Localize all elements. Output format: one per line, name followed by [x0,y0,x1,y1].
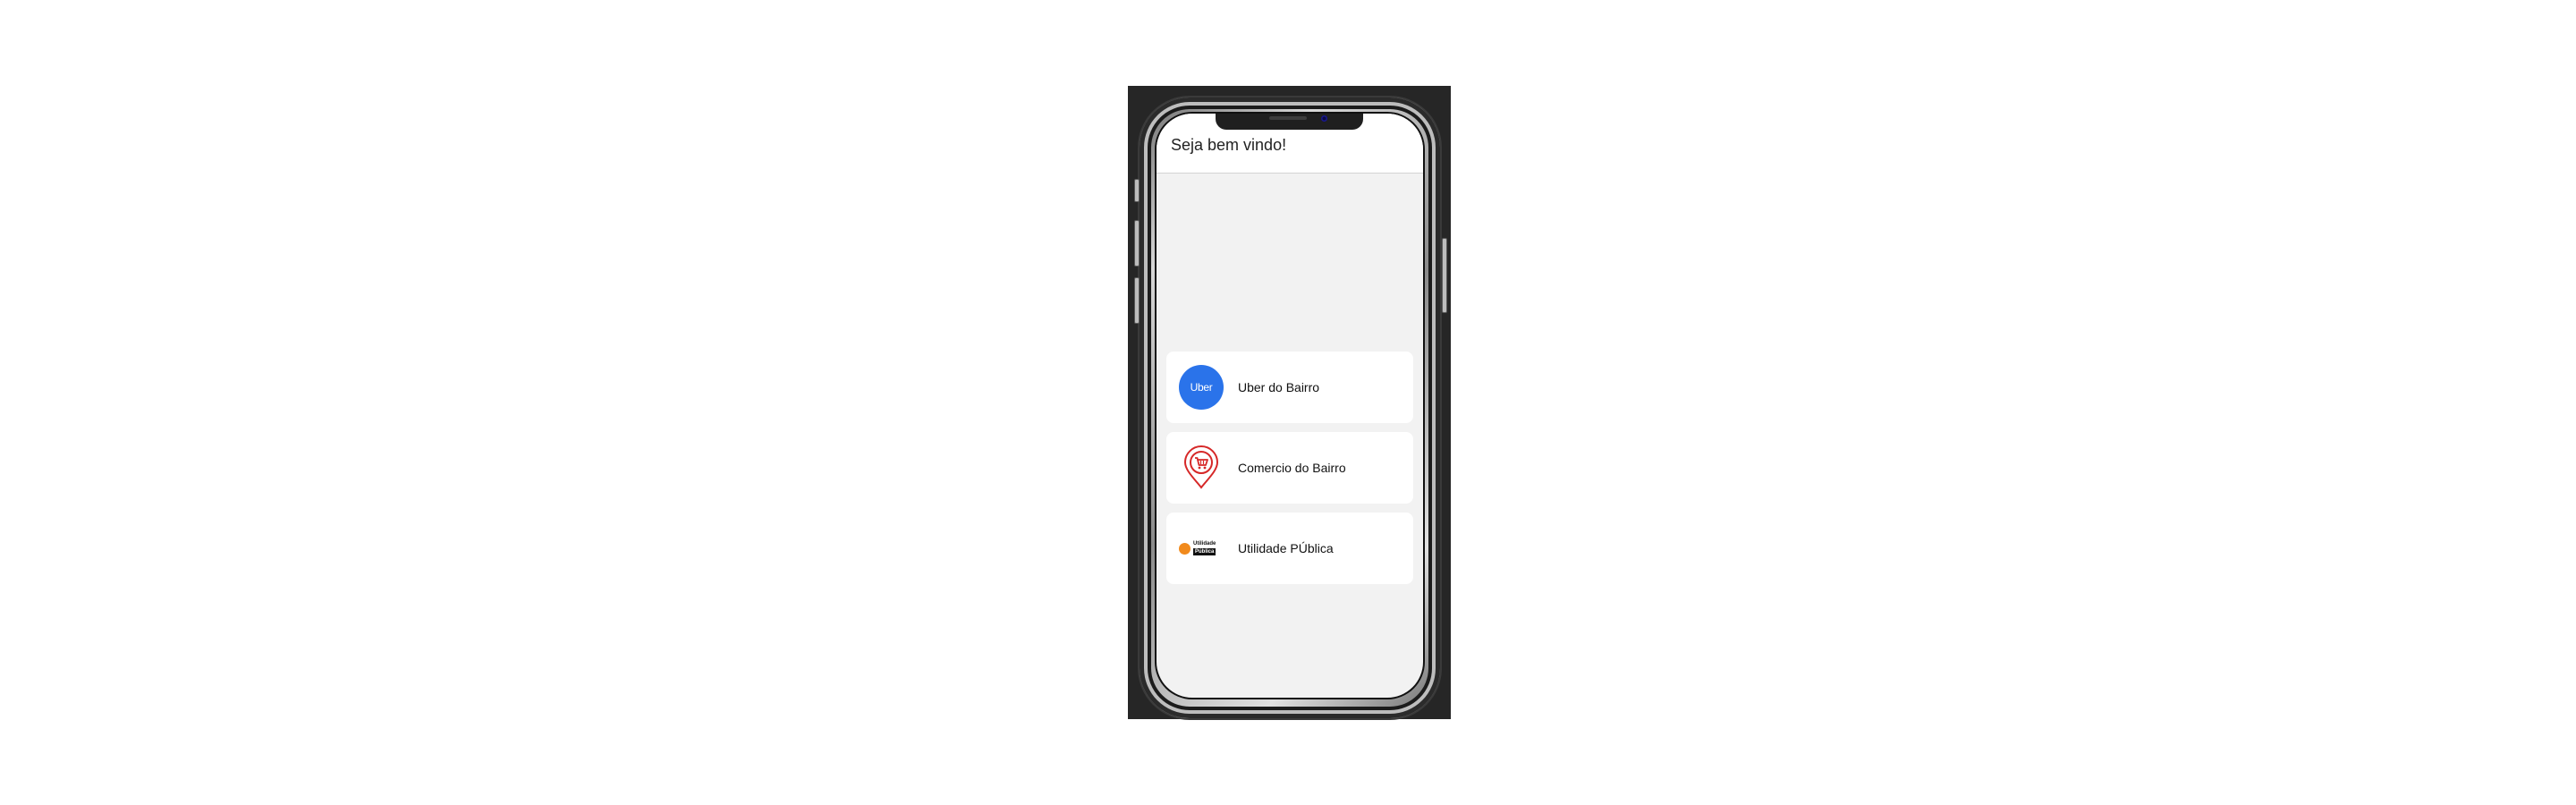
speaker-grille [1269,116,1307,120]
volume-down-button [1134,277,1140,324]
shop-pin-icon [1179,445,1224,490]
uber-logo-text: Uber [1179,365,1224,410]
menu-item-label: Comercio do Bairro [1238,461,1346,475]
uber-icon: Uber [1179,365,1224,410]
menu-list: Uber Uber do Bairro Comercio do Bairro U… [1166,352,1413,593]
page-stage: Seja bem vindo! Uber Uber do Bairro Come… [0,0,2576,805]
menu-item-label: Utilidade PÚblica [1238,541,1334,555]
logo-text-line-2: Pública [1193,548,1216,555]
menu-item-comercio-do-bairro[interactable]: Comercio do Bairro [1166,432,1413,504]
menu-item-utilidade-publica[interactable]: Utilidade Pública Utilidade PÚblica [1166,513,1413,584]
phone-screen: Seja bem vindo! Uber Uber do Bairro Come… [1157,114,1423,698]
logo-text-line-1: Utilidade [1193,541,1216,547]
front-camera [1321,115,1327,122]
volume-up-button [1134,220,1140,267]
mute-switch [1134,179,1140,202]
menu-item-label: Uber do Bairro [1238,380,1320,394]
utilidade-publica-icon: Utilidade Pública [1179,526,1224,571]
menu-item-uber-do-bairro[interactable]: Uber Uber do Bairro [1166,352,1413,423]
phone-notch [1216,114,1363,130]
utilidade-publica-logo: Utilidade Pública [1179,541,1224,555]
logo-circle [1179,543,1191,555]
page-title: Seja bem vindo! [1171,136,1287,154]
power-button [1442,238,1447,313]
